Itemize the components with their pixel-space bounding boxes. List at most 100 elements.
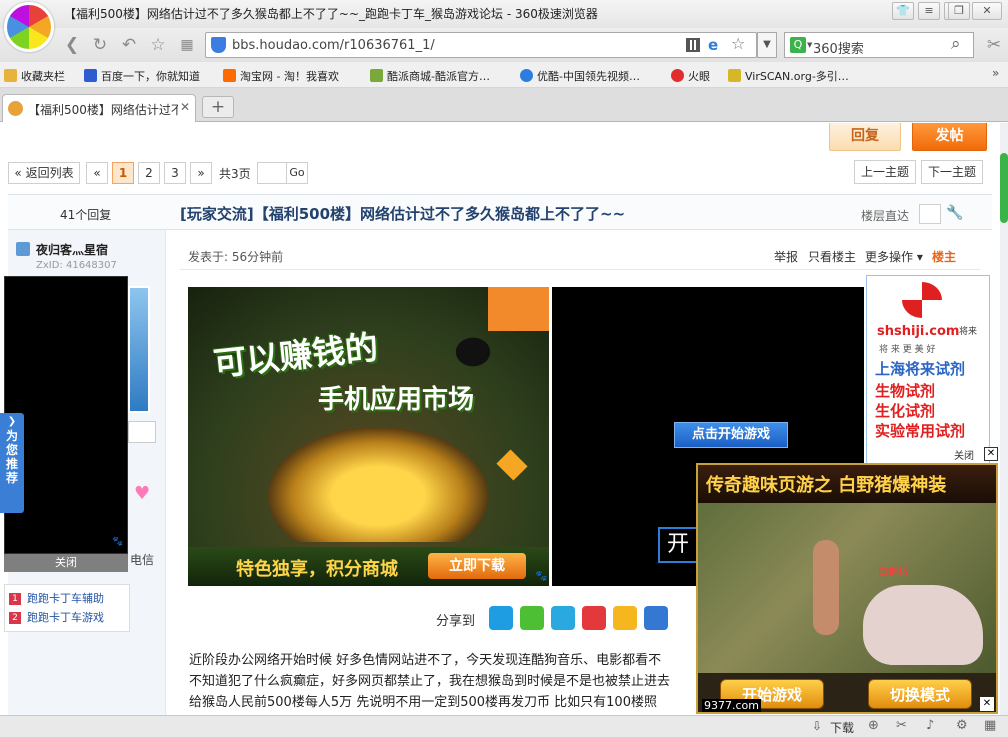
new-tab-button[interactable]: +	[202, 96, 234, 118]
tab-title: 【福利500楼】网络估计过不	[28, 103, 178, 117]
tab-close-icon[interactable]: ✕	[180, 100, 190, 114]
search-dropdown-icon[interactable]: ▼	[807, 41, 812, 49]
prev-topic-button[interactable]: 上一主题	[854, 160, 916, 184]
reagent-line-4: 实验常用试剂	[875, 422, 966, 440]
recommend-item[interactable]: 1 跑跑卡丁车辅助	[9, 589, 125, 608]
title-bar: 【福利500楼】网络估计过不了多久猴岛都上不了了~~_跑跑卡丁车_猴岛游戏论坛 …	[0, 0, 1008, 52]
fire-eye-icon	[671, 69, 684, 82]
bookmark-item[interactable]: 优酷-中国领先视频…	[520, 68, 640, 84]
page-1-button[interactable]: 1	[112, 162, 134, 184]
ad-reagent[interactable]: shshiji.com 将来 将 来 更 美 好 上海将来试剂 生物试剂 生化试…	[866, 275, 990, 465]
share-icons	[489, 606, 679, 630]
recommend-list: 1 跑跑卡丁车辅助 2 跑跑卡丁车游戏	[4, 584, 130, 632]
apps-grid-icon[interactable]: ▦	[175, 33, 199, 57]
prev-page-button[interactable]: «	[86, 162, 108, 184]
bookmark-item[interactable]: 酷派商城-酷派官方…	[370, 68, 490, 84]
paw-icon: 🐾	[112, 537, 124, 547]
address-dropdown-icon[interactable]: ▼	[757, 32, 777, 58]
bookmark-item[interactable]: 火眼	[671, 68, 710, 84]
post-line: 不知道犯了什么疯癫症，好多网页都禁止了，我在想猴岛到时候是不是也被禁止进去	[189, 674, 671, 689]
screenshot-icon[interactable]: ✂	[896, 718, 907, 733]
ad-app-market[interactable]: 可以赚钱的 手机应用市场 特色独享，积分商城 立即下载 🐾	[188, 287, 549, 586]
avatar[interactable]	[128, 286, 150, 413]
bookmark-item[interactable]: 收藏夹栏	[4, 68, 65, 84]
tieba-icon[interactable]	[644, 606, 668, 630]
page-input[interactable]	[257, 162, 287, 184]
next-topic-button[interactable]: 下一主题	[921, 160, 983, 184]
report-link[interactable]: 举报	[774, 248, 798, 265]
search-engine-icon[interactable]: Q	[790, 37, 806, 53]
sound-icon[interactable]: ♪	[926, 718, 934, 733]
close-window-button[interactable]: ✕	[972, 2, 1002, 20]
author-name[interactable]: 夜归客灬星宿	[36, 241, 108, 258]
ad-popup-close-text[interactable]: 关闭	[954, 447, 974, 462]
reply-button[interactable]: 回复	[829, 123, 901, 151]
left-float-close-button[interactable]: 关闭	[4, 554, 128, 572]
bookmark-star-icon[interactable]: ☆	[731, 34, 745, 53]
post-button[interactable]: 发帖	[912, 123, 987, 151]
tab-active[interactable]: 【福利500楼】网络估计过不 ✕	[2, 94, 196, 122]
search-box[interactable]: Q 360搜索 ▼ ⌕	[784, 32, 974, 58]
ad-close-top-icon[interactable]: ✕	[984, 447, 998, 461]
search-icon[interactable]: ⌕	[951, 34, 961, 54]
download-icon[interactable]: ⇩	[812, 719, 822, 733]
page-2-button[interactable]: 2	[138, 162, 160, 184]
search-input[interactable]: 360搜索	[813, 38, 864, 57]
scroll-thumb[interactable]	[1000, 153, 1008, 223]
zoom-icon[interactable]: ⊕	[868, 718, 879, 733]
qq-icon[interactable]	[489, 606, 513, 630]
bookmark-item[interactable]: 淘宝网 - 淘！我喜欢	[223, 68, 339, 84]
more-actions-link[interactable]: 更多操作 ▾	[865, 248, 923, 265]
avatar-input-box	[128, 421, 156, 443]
bookmark-item[interactable]: VirSCAN.org-多引…	[728, 68, 849, 84]
warrior-illustration	[813, 540, 839, 635]
ad-switch-button[interactable]: 切换模式	[868, 679, 972, 709]
toucan-illustration	[443, 327, 503, 377]
qzone-icon[interactable]	[613, 606, 637, 630]
address-bar[interactable]: bbs.houdao.com/r10636761_1/ e ☆	[205, 32, 757, 58]
status-bar: ⇩ 下载 ⊕ ✂ ♪ ⚙ ▦	[0, 715, 1008, 737]
page-scrollbar[interactable]	[1000, 123, 1008, 715]
skin-button[interactable]: 👕	[892, 2, 914, 20]
status-menu-icon[interactable]: ▦	[984, 718, 996, 733]
page-3-button[interactable]: 3	[164, 162, 186, 184]
back-to-list-button[interactable]: « 返回列表	[8, 162, 80, 184]
start-game-button[interactable]: 点击开始游戏	[674, 422, 788, 448]
next-page-button[interactable]: »	[190, 162, 212, 184]
thread-title: [玩家交流]【福利500楼】网络估计过不了多久猴岛都上不了了~~	[180, 205, 626, 223]
bookmark-item[interactable]: 百度一下，你就知道	[84, 68, 200, 84]
floor-jump-label: 楼层直达	[861, 209, 910, 223]
ad-popup-close-label[interactable]: 关闭	[953, 463, 973, 464]
forward-icon[interactable]: ↻	[88, 33, 112, 57]
back-icon[interactable]: ❮	[60, 33, 84, 57]
ad-popup-game[interactable]: 关闭 传奇趣味页游之 白野猪爆神装 白野猪 开始游戏 切换模式 9377.com…	[696, 463, 998, 714]
download-label[interactable]: 下载	[830, 719, 854, 736]
settings-icon[interactable]: ⚙	[956, 718, 968, 733]
go-button[interactable]: Go	[286, 162, 308, 184]
only-op-link[interactable]: 只看楼主	[808, 248, 856, 265]
recommend-tab[interactable]: ❯ 为您推荐	[0, 413, 24, 513]
browser-logo-icon[interactable]	[4, 2, 54, 52]
bookmarks-more-icon[interactable]: »	[992, 66, 999, 80]
op-badge: 楼主	[932, 250, 957, 264]
favorite-star-icon[interactable]: ☆	[146, 33, 170, 57]
ad-popup-close-icon[interactable]: ✕	[980, 697, 994, 711]
nav-toolbar: ❮ ↻ ↶ ☆ ▦ bbs.houdao.com/r10636761_1/ e …	[0, 28, 1008, 62]
weibo-icon[interactable]	[582, 606, 606, 630]
folder-icon	[4, 69, 17, 82]
restore-button[interactable]: ❐	[948, 2, 970, 20]
coolpad-icon	[370, 69, 383, 82]
floor-jump-input[interactable]	[919, 204, 941, 224]
wrench-icon[interactable]: 🔧	[946, 205, 963, 221]
ie-icon[interactable]: e	[708, 36, 718, 54]
qr-icon[interactable]	[686, 38, 700, 52]
ad-download-button[interactable]: 立即下载	[428, 553, 526, 579]
post-line: 近阶段办公网络开始时候 好多色情网站进不了，今天发现连酷狗音乐、电影都看不	[189, 653, 662, 668]
menu-button[interactable]: ≡	[918, 2, 940, 20]
undo-icon[interactable]: ↶	[117, 33, 141, 57]
recommend-item[interactable]: 2 跑跑卡丁车游戏	[9, 608, 125, 627]
gem-illustration	[496, 449, 528, 481]
wechat-icon[interactable]	[520, 606, 544, 630]
pengyou-icon[interactable]	[551, 606, 575, 630]
tools-icon[interactable]: ✂	[982, 33, 1006, 57]
